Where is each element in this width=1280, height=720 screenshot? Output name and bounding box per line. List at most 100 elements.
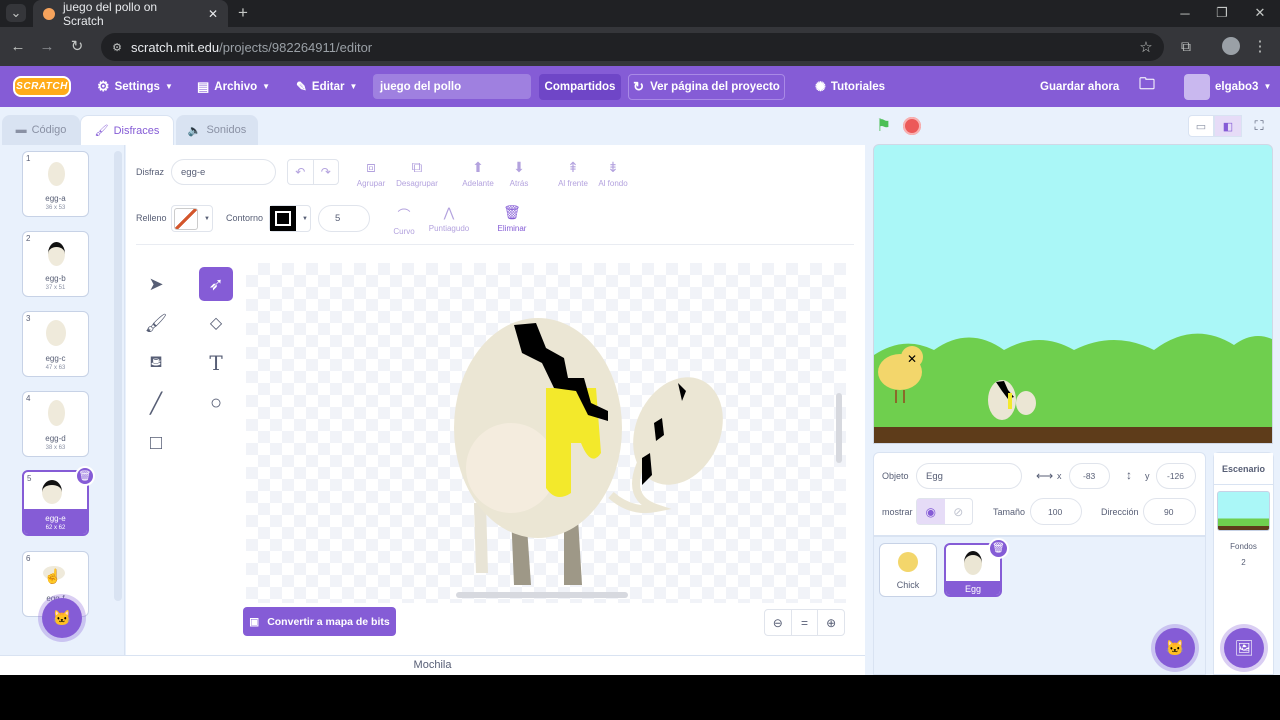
choose-backdrop-button[interactable]: 🖼 (1224, 628, 1264, 668)
stage-scene: ✕ (874, 333, 1272, 443)
url-field[interactable]: ⚙ scratch.mit.edu/projects/982264911/edi… (101, 33, 1164, 61)
y-position-input[interactable]: -126 (1156, 463, 1196, 489)
reshape-tool-icon[interactable]: ➶ (199, 267, 233, 301)
outline-width-input[interactable]: 5 (318, 205, 370, 232)
tab-sounds-label: Sonidos (206, 124, 247, 136)
gear-icon: ⚙ (97, 78, 110, 94)
costume-item[interactable]: 1 egg-a 36 x 53 (22, 151, 89, 217)
maximize-icon[interactable]: ❐ (1213, 4, 1231, 22)
canvas-vertical-scrollbar[interactable] (836, 393, 842, 463)
chevron-down-icon: ▼ (164, 82, 173, 91)
scratch-favicon-icon (43, 7, 55, 20)
normal-stage-icon[interactable]: ◧ (1214, 115, 1242, 137)
zoom-reset-button[interactable]: = (792, 610, 819, 635)
file-menu[interactable]: ▤ Archivo ▼ (197, 66, 270, 107)
new-tab-icon[interactable]: + (234, 3, 252, 22)
browser-tab[interactable]: juego del pollo on Scratch ✕ (33, 0, 228, 28)
fullscreen-icon[interactable]: ⛶ (1248, 115, 1270, 137)
zoom-out-icon[interactable]: ⊖ (765, 610, 792, 635)
curved-button[interactable]: ⌒ Curvo (389, 205, 419, 236)
convert-to-bitmap-button[interactable]: ▣ Convertir a mapa de bits (243, 607, 396, 636)
my-stuff-folder-icon[interactable]: 🗀 (1139, 66, 1155, 107)
zoom-in-icon[interactable]: ⊕ (818, 610, 844, 635)
undo-icon[interactable]: ↶ (288, 160, 314, 184)
delete-button[interactable]: 🗑 Eliminar (495, 204, 529, 233)
costume-item[interactable]: 2 egg-b 37 x 51 (22, 231, 89, 297)
direction-input[interactable]: 90 (1143, 498, 1196, 525)
minimize-icon[interactable]: ─ (1176, 4, 1194, 22)
reload-icon[interactable]: ↻ (68, 37, 86, 55)
backpack-bar[interactable]: Mochila (0, 655, 865, 675)
forward-button[interactable]: ⬆ Adelante (458, 159, 498, 188)
stage-canvas[interactable]: ✕ (873, 144, 1273, 444)
costume-name-input[interactable]: egg-e (171, 159, 276, 185)
save-now-button[interactable]: Guardar ahora (1040, 66, 1119, 107)
project-title-input[interactable]: juego del pollo (373, 74, 531, 99)
share-button[interactable]: Compartidos (539, 74, 621, 100)
fill-tool-icon[interactable]: ⛾ (139, 346, 173, 380)
ungroup-button[interactable]: ⧉ Desagrupar (394, 159, 440, 188)
stop-icon[interactable] (903, 117, 921, 135)
sprite-name-input[interactable]: Egg (916, 463, 1022, 489)
cat-add-icon: 🐱 (1165, 640, 1185, 657)
scratch-logo[interactable]: SCRATCH (13, 76, 71, 97)
pointed-button[interactable]: ⋀ Puntiagudo (427, 205, 471, 233)
costume-list-scrollbar[interactable] (114, 151, 122, 601)
delete-costume-icon[interactable]: 🗑 (75, 466, 95, 486)
tab-sounds[interactable]: 🔈 Sonidos (176, 115, 258, 145)
tab-costumes[interactable]: 🖌 Disfraces (80, 115, 174, 145)
front-label: Al frente (558, 179, 588, 188)
tab-close-icon[interactable]: ✕ (208, 7, 218, 21)
backward-button[interactable]: ⬇ Atrás (502, 159, 536, 188)
tab-search-icon[interactable]: ⌄ (6, 4, 26, 22)
canvas-horizontal-scrollbar[interactable] (456, 592, 628, 598)
account-menu[interactable]: elgabo3 ▼ (1184, 66, 1271, 107)
tab-code[interactable]: ▬ Código (2, 115, 80, 145)
group-button[interactable]: ⧈ Agrupar (352, 159, 390, 188)
bookmark-star-icon[interactable]: ☆ (1137, 38, 1155, 56)
costume-item[interactable]: 3 egg-c 47 x 63 (22, 311, 89, 377)
cat-add-icon: 🐱 (52, 610, 72, 627)
settings-menu[interactable]: ⚙ Settings ▼ (97, 66, 173, 107)
forward-icon[interactable]: → (38, 37, 56, 55)
costume-item[interactable]: 4 egg-d 38 x 63 (22, 391, 89, 457)
costume-thumbnail (48, 162, 65, 186)
brush-tool-icon[interactable]: 🖌 (139, 306, 173, 340)
browser-menu-icon[interactable]: ⋮ (1251, 37, 1269, 55)
group-label: Agrupar (356, 179, 386, 188)
choose-costume-button[interactable]: 🐱 (42, 598, 82, 638)
sprite-tile[interactable]: Chick (879, 543, 937, 597)
profile-avatar[interactable] (1222, 37, 1240, 55)
tutorials-menu[interactable]: ✺ Tutoriales (815, 66, 885, 107)
back-button[interactable]: ⇟ Al fondo (595, 159, 631, 188)
backdrop-thumbnail[interactable] (1217, 491, 1270, 531)
see-project-page-button[interactable]: ↻ Ver página del proyecto (628, 74, 785, 100)
small-stage-icon[interactable]: ▭ (1188, 115, 1214, 137)
hide-eye-icon[interactable]: ⊘ (945, 499, 973, 524)
extensions-icon[interactable]: ⧉ (1176, 37, 1196, 55)
fill-swatch (174, 207, 198, 230)
choose-sprite-button[interactable]: 🐱 (1155, 628, 1195, 668)
edit-menu[interactable]: ✎ Editar ▼ (296, 66, 357, 107)
rectangle-tool-icon[interactable]: □ (139, 426, 173, 460)
outline-color-picker[interactable]: ▼ (269, 205, 311, 232)
redo-icon[interactable]: ↷ (314, 160, 339, 184)
backward-label: Atrás (509, 179, 529, 188)
paint-canvas[interactable] (246, 263, 846, 603)
delete-sprite-icon[interactable]: 🗑 (988, 538, 1009, 559)
back-icon[interactable]: ← (9, 37, 27, 55)
window-close-icon[interactable]: ✕ (1251, 4, 1269, 22)
select-tool-icon[interactable]: ➤ (139, 267, 173, 301)
site-info-icon[interactable]: ⚙ (110, 39, 124, 55)
fill-color-picker[interactable]: ▼ (171, 205, 213, 232)
back-layer-icon: ⇟ (607, 159, 619, 175)
show-eye-icon[interactable]: ◉ (917, 499, 945, 524)
eraser-tool-icon[interactable]: ◇ (199, 306, 233, 340)
front-button[interactable]: ⇞ Al frente (554, 159, 592, 188)
green-flag-icon[interactable]: ⚑ (876, 116, 894, 135)
text-tool-icon[interactable]: T (199, 346, 233, 380)
circle-tool-icon[interactable]: ○ (199, 386, 233, 420)
line-tool-icon[interactable]: ╱ (139, 386, 173, 420)
x-position-input[interactable]: -83 (1069, 463, 1110, 489)
size-input[interactable]: 100 (1030, 498, 1082, 525)
